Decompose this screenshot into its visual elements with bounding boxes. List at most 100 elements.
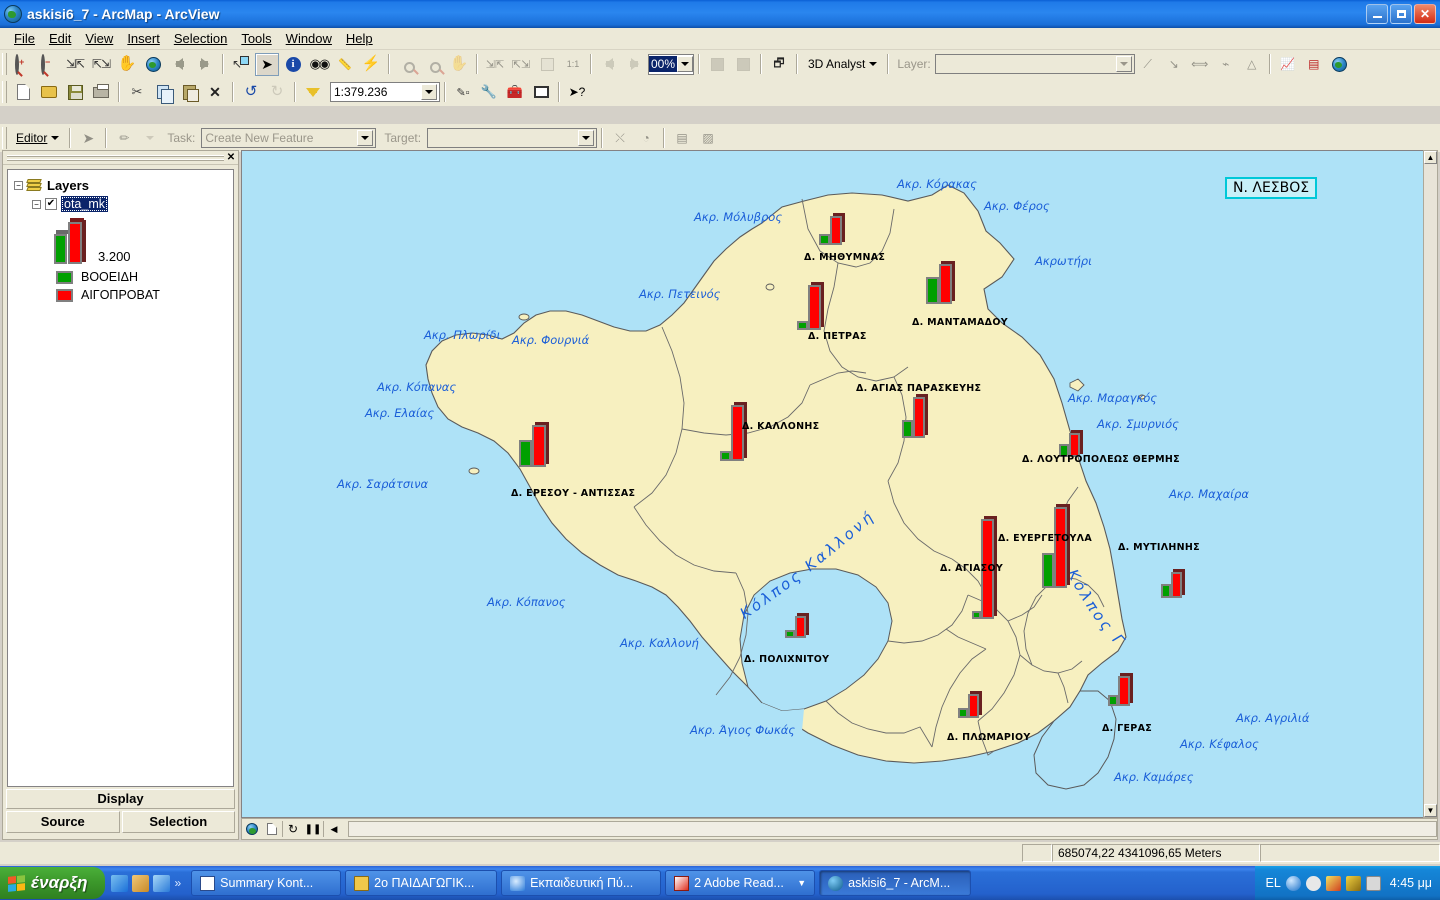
taskbar-item[interactable]: Εκπαιδευτική Πύ... — [501, 870, 662, 896]
profile-graph-icon[interactable]: ⌁ — [1214, 53, 1238, 76]
fixed-zoom-out-icon[interactable]: ⇱⇲ — [89, 53, 113, 76]
layout-1to1-icon[interactable]: 1:1 — [561, 53, 585, 76]
language-indicator[interactable]: EL — [1265, 876, 1280, 890]
bar-chart-marker[interactable] — [519, 422, 549, 467]
interpolate-line-icon[interactable]: ⟋ — [1136, 53, 1160, 76]
bar-chart-marker[interactable] — [926, 261, 955, 304]
display-settings-icon[interactable] — [1325, 875, 1341, 891]
toc-drag-grip[interactable] — [7, 154, 224, 161]
menu-file[interactable]: File — [7, 29, 42, 48]
taskbar-item-active[interactable]: askisi6_7 - ArcM... — [819, 870, 972, 896]
bar-chart-marker[interactable] — [797, 282, 824, 330]
task-combo[interactable]: Create New Feature — [201, 128, 377, 148]
refresh-view-icon[interactable]: ↻ — [283, 820, 303, 838]
zoom-in-icon[interactable]: + — [11, 53, 35, 76]
maximize-button[interactable] — [1390, 4, 1412, 24]
toc-root-expander[interactable]: − — [14, 181, 23, 190]
map-canvas[interactable]: Ν. ΛΕΣΒΟΣ Ακρ. Κόρακας Ακρ. Φέρος Ακρ. Μ… — [242, 151, 1422, 817]
go-back-extent-icon[interactable] — [167, 53, 191, 76]
antivirus-shield-icon[interactable] — [1305, 875, 1321, 891]
toc-tab-selection[interactable]: Selection — [121, 811, 235, 833]
editor-toolbar-grip[interactable] — [2, 127, 7, 149]
map-scale-combo[interactable]: 1:379.236 — [330, 82, 440, 102]
taskbar-group-item[interactable]: 2 Adobe Read... ▼ — [665, 870, 816, 896]
pause-drawing-icon[interactable]: ❚❚ — [303, 820, 323, 838]
menu-tools[interactable]: Tools — [234, 29, 278, 48]
bar-chart-marker[interactable] — [785, 613, 809, 638]
toc-layer-checkbox[interactable]: ✔ — [45, 198, 57, 210]
select-elements-icon[interactable]: ➤ — [255, 52, 279, 76]
map-horizontal-scrollbar[interactable] — [348, 821, 1437, 837]
editor-menu-button[interactable]: Editor — [10, 129, 65, 147]
3d-layer-combo[interactable] — [934, 54, 1135, 74]
taskbar-clock[interactable]: 4:45 μμ — [1390, 876, 1432, 890]
quick-launch-more-icon[interactable]: » — [174, 876, 181, 890]
menu-insert[interactable]: Insert — [120, 29, 167, 48]
toc-tab-source[interactable]: Source — [6, 811, 120, 833]
menu-view[interactable]: View — [78, 29, 120, 48]
3d-layer-dropdown-arrow[interactable] — [1115, 56, 1132, 72]
toc-root-node[interactable]: − Layers — [14, 178, 227, 193]
task-dropdown-arrow[interactable] — [357, 130, 374, 146]
close-button[interactable]: ✕ — [1414, 4, 1436, 24]
rotate-tool-icon[interactable]: ◔ — [634, 127, 658, 150]
focus-data-frame-icon[interactable] — [731, 53, 755, 76]
copy-icon[interactable] — [151, 81, 175, 104]
globe-view-icon[interactable] — [1328, 53, 1352, 76]
bar-chart-marker[interactable] — [902, 394, 928, 438]
map-data-frame[interactable]: Ν. ΛΕΣΒΟΣ Ακρ. Κόρακας Ακρ. Φέρος Ακρ. Μ… — [241, 150, 1438, 818]
sketch-tool-dropdown-arrow[interactable] — [138, 127, 162, 150]
sketch-tool-icon[interactable]: ➤ — [76, 127, 100, 150]
toc-titlebar[interactable]: ✕ — [3, 151, 238, 165]
start-button[interactable]: έναρξη — [0, 867, 106, 899]
attributes-icon[interactable]: ▤ — [670, 127, 694, 150]
pan-icon[interactable]: ✋ — [115, 53, 139, 76]
toc-tab-display[interactable]: Display — [6, 789, 235, 809]
fixed-zoom-in-icon[interactable]: ⇲⇱ — [63, 53, 87, 76]
steepest-path-icon[interactable]: ↘ — [1162, 53, 1186, 76]
target-dropdown-arrow[interactable] — [578, 130, 595, 146]
cut-icon[interactable]: ✂ — [125, 81, 149, 104]
target-combo[interactable] — [427, 128, 598, 148]
bar-chart-marker[interactable] — [720, 402, 747, 461]
graph-tool-icon[interactable]: 📈 — [1276, 53, 1300, 76]
show-commands-icon[interactable]: 🔧 — [477, 81, 501, 104]
quick-launch-image-icon[interactable] — [132, 874, 150, 892]
3d-analyst-menu[interactable]: 3D Analyst — [802, 55, 883, 73]
page-forward-icon[interactable] — [623, 53, 647, 76]
line-of-sight-icon[interactable]: ⟺ — [1188, 53, 1212, 76]
add-data-icon[interactable] — [301, 81, 325, 104]
menu-help[interactable]: Help — [339, 29, 380, 48]
bar-chart-marker[interactable] — [958, 691, 982, 718]
network-connection-icon[interactable] — [1365, 875, 1381, 891]
menu-edit[interactable]: Edit — [42, 29, 78, 48]
windows-messenger-icon[interactable] — [1285, 875, 1301, 891]
taskbar-group-caret-icon[interactable]: ▼ — [797, 878, 806, 888]
hyperlink-icon[interactable]: ⚡ — [359, 53, 383, 76]
data-view-icon[interactable] — [242, 820, 262, 838]
bar-chart-marker[interactable] — [1108, 673, 1133, 706]
quick-launch-explorer-icon[interactable] — [153, 874, 171, 892]
paste-icon[interactable] — [177, 81, 201, 104]
standard-toolbar-grip[interactable] — [2, 81, 7, 103]
split-tool-icon[interactable]: ⤬ — [608, 127, 632, 150]
taskbar-item[interactable]: Summary Kont... — [191, 870, 342, 896]
scroll-up-icon[interactable]: ▲ — [1424, 151, 1437, 164]
open-icon[interactable] — [37, 81, 61, 104]
arcToolbox-icon[interactable]: 🧰 — [503, 81, 527, 104]
new-map-icon[interactable] — [11, 81, 35, 104]
quick-launch-media-icon[interactable] — [111, 874, 129, 892]
map-scale-dropdown-arrow[interactable] — [421, 84, 437, 100]
save-icon[interactable] — [63, 81, 87, 104]
toc-layer-tree[interactable]: − Layers − ✔ ota_mk 3.200 ΒΟΟΕΙΔΗ ΑΙΓΟΠΡ… — [7, 169, 234, 787]
find-icon[interactable]: ◉◉ — [307, 53, 331, 76]
page-back-icon[interactable] — [597, 53, 621, 76]
create-tin-icon[interactable]: △ — [1240, 53, 1264, 76]
taskbar-item[interactable]: 2ο ΠΑΙΔΑΓΩΓΙΚ... — [345, 870, 498, 896]
zoom-out-icon[interactable]: − — [37, 53, 61, 76]
safely-remove-hardware-icon[interactable] — [1345, 875, 1361, 891]
delete-icon[interactable]: ✕ — [203, 81, 227, 104]
whats-this-help-icon[interactable]: ➤? — [565, 81, 589, 104]
minimize-button[interactable] — [1366, 4, 1388, 24]
edit-tool-icon[interactable]: ✏ — [112, 127, 136, 150]
